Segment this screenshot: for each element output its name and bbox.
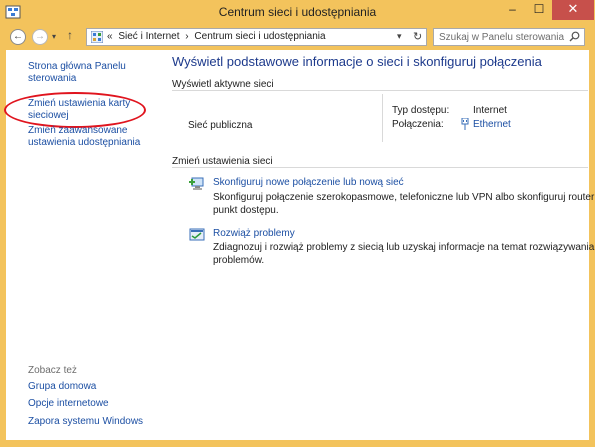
page-heading: Wyświetl podstawowe informacje o sieci i… [172,54,542,69]
sidebar-item-label: ustawienia udostępniania [28,137,141,148]
back-button[interactable]: ← [10,29,26,45]
navigation-bar: ← → ▾ ↑ « Sieć i Internet › Centrum siec… [6,25,589,49]
troubleshoot-icon [189,228,205,241]
sidebar-item-label: Zmień ustawienia karty [28,98,131,109]
sidebar-item-label: Strona główna Panelu [28,61,126,72]
see-also-windows-firewall[interactable]: Zapora systemu Windows [28,416,143,428]
search-icon[interactable] [569,31,580,42]
search-placeholder: Szukaj w Panelu sterowania [439,32,565,43]
column-divider [382,94,383,142]
refresh-button[interactable]: ↻ [413,30,422,43]
recent-locations-dropdown[interactable]: ▾ [52,32,56,41]
section-divider [172,167,588,168]
up-button[interactable]: ↑ [67,28,73,42]
sidebar-item-label: sieciowej [28,110,69,121]
task-troubleshoot-link[interactable]: Rozwiąż problemy [213,227,295,240]
breadcrumb-separator[interactable]: › [185,31,188,42]
task-new-connection-desc-line1: Skonfiguruj połączenie szerokopasmowe, t… [213,192,595,203]
breadcrumb-network-center[interactable]: Centrum sieci i udostępniania [194,31,325,42]
breadcrumb-overflow[interactable]: « [107,31,113,42]
see-also-title: Zobacz też [28,365,77,376]
change-settings-title: Zmień ustawienia sieci [172,156,273,167]
title-bar: Centrum sieci i udostępniania – ☐ ✕ [0,0,595,25]
see-also-internet-options[interactable]: Opcje internetowe [28,398,109,410]
breadcrumb-network-internet[interactable]: Sieć i Internet [118,31,179,42]
content-area: Strona główna Panelu sterowania Zmień us… [4,50,595,440]
sidebar-item-control-panel-home[interactable]: Strona główna Panelu sterowania [28,61,126,85]
task-new-connection-link[interactable]: Skonfiguruj nowe połączenie lub nową sie… [213,176,404,189]
access-type-value: Internet [473,105,507,116]
control-panel-icon [91,31,103,43]
breadcrumb: « Sieć i Internet › Centrum sieci i udos… [107,31,329,42]
see-also-homegroup[interactable]: Grupa domowa [28,381,96,393]
sidebar-item-label: Zmień zaawansowane [28,125,128,136]
search-box[interactable]: Szukaj w Panelu sterowania [433,28,585,46]
task-troubleshoot-desc-line1: Zdiagnozuj i rozwiąż problemy z siecią l… [213,242,595,253]
connections-label: Połączenia: [392,119,444,130]
minimize-button[interactable]: – [499,0,526,20]
task-troubleshoot-desc-line2: problemów. [213,255,265,266]
forward-button[interactable]: → [32,29,48,45]
window: Centrum sieci i udostępniania – ☐ ✕ ← → … [0,0,595,447]
active-networks-title: Wyświetl aktywne sieci [172,79,274,90]
address-dropdown-button[interactable]: ▾ [397,31,402,42]
task-new-connection-desc-line2: punkt dostępu. [213,205,279,216]
address-bar[interactable]: « Sieć i Internet › Centrum sieci i udos… [86,28,427,46]
ethernet-connection-link[interactable]: Ethernet [473,118,511,131]
maximize-button[interactable]: ☐ [526,0,552,20]
close-button[interactable]: ✕ [552,0,594,20]
ethernet-icon [461,118,469,130]
sidebar: Strona główna Panelu sterowania Zmień us… [4,50,156,440]
network-name: Sieć publiczna [188,120,253,131]
sidebar-item-change-adapter-settings[interactable]: Zmień ustawienia karty sieciowej [28,98,130,122]
new-connection-icon [189,177,204,190]
access-type-label: Typ dostępu: [392,105,450,116]
sidebar-item-label: sterowania [28,73,77,84]
sidebar-item-advanced-sharing-settings[interactable]: Zmień zaawansowane ustawienia udostępnia… [28,125,140,149]
section-divider [172,90,588,91]
